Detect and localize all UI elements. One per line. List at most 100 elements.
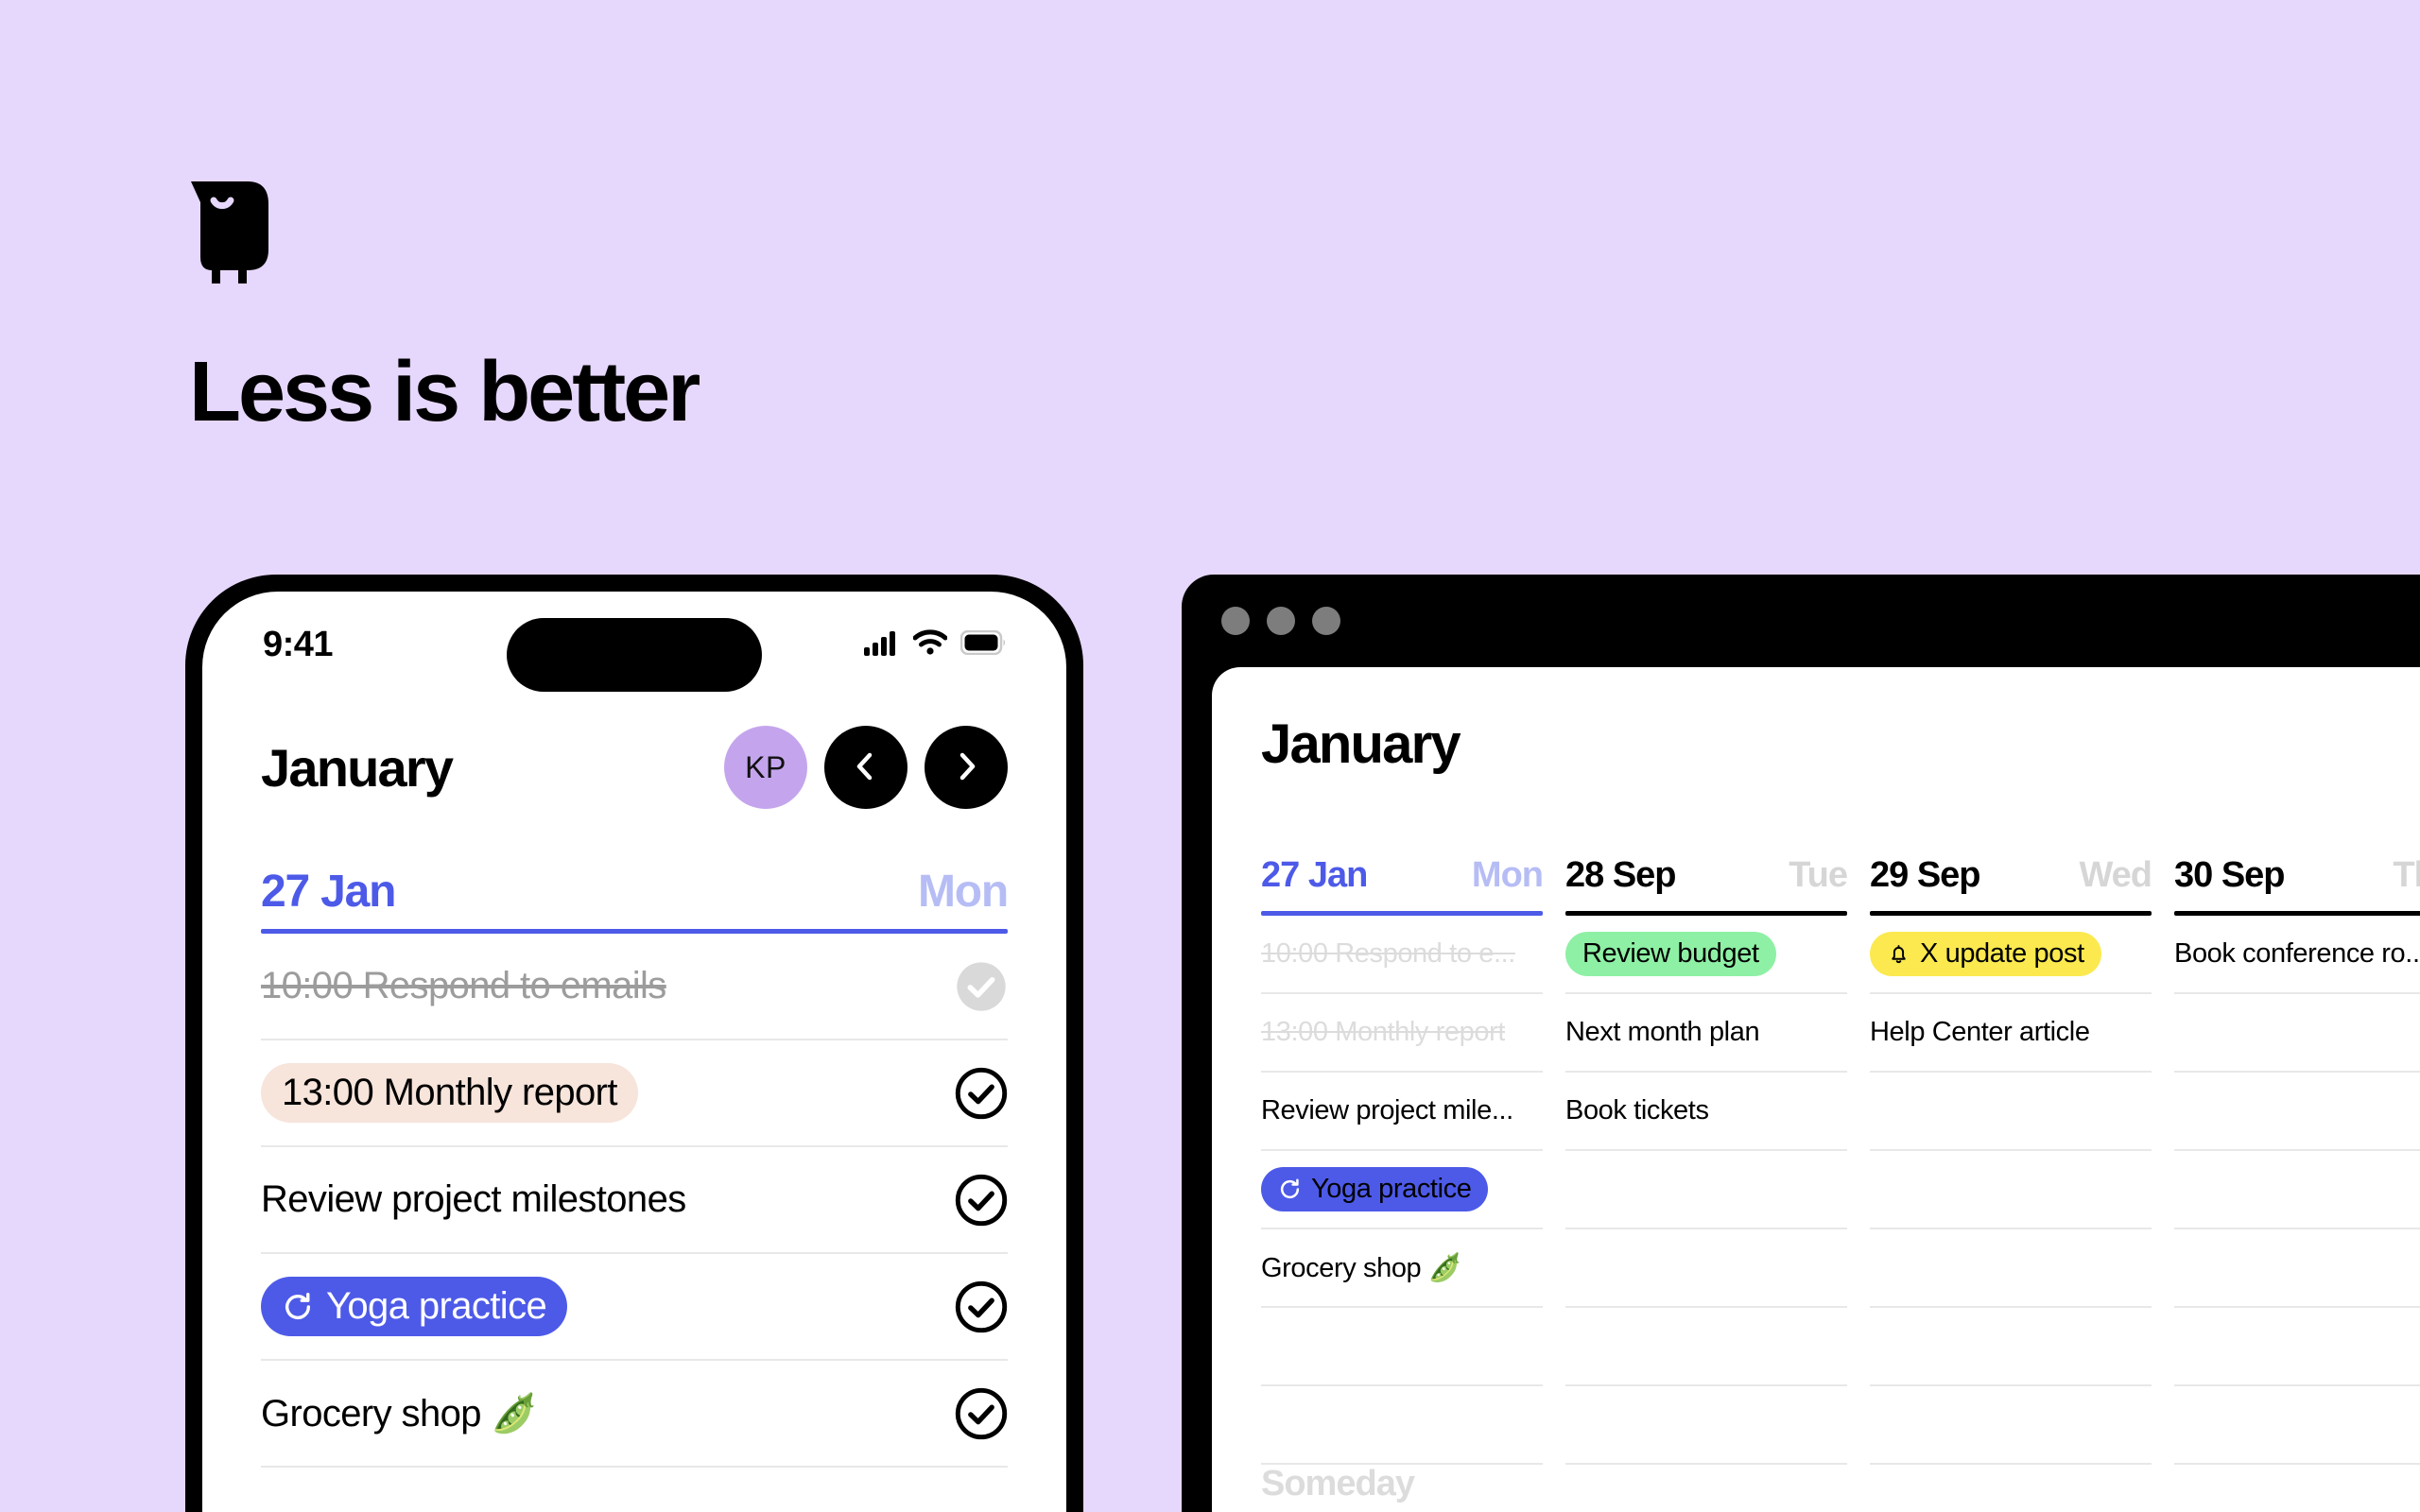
task-label: Yoga practice [1261, 1167, 1489, 1211]
phone-task-list: 10:00 Respond to emails 13:00 Monthly rep… [242, 934, 1027, 1468]
bird-logo [189, 180, 280, 302]
week-columns: 27 Jan Mon 10:00 Respond to e... 13:00 Mont… [1261, 855, 2420, 1465]
check-circle-icon[interactable] [955, 1280, 1008, 1333]
task-cell[interactable]: Yoga practice [1261, 1151, 1543, 1229]
task-cell[interactable] [1870, 1073, 2152, 1151]
phone-mockup: 9:41 January KP 27 Jan Mon 10:00 Respond… [185, 575, 1083, 1512]
task-label: Grocery shop 🫛 [261, 1393, 538, 1435]
day-weekday: Wed [2079, 855, 2152, 895]
chevron-left-icon [850, 750, 882, 785]
close-dot-icon[interactable] [1221, 607, 1250, 635]
task-cell[interactable]: 10:00 Respond to e... [1261, 916, 1543, 994]
window-titlebar [1182, 575, 2420, 667]
day-date: 29 Sep [1870, 855, 1981, 895]
task-row[interactable]: Review project milestones [261, 1147, 1008, 1254]
phone-day-header[interactable]: 27 Jan Mon [242, 824, 1027, 929]
prev-day-button[interactable] [824, 726, 908, 809]
task-row[interactable]: Yoga practice [261, 1254, 1008, 1361]
task-cell[interactable]: Review budget [1565, 916, 1847, 994]
someday-label[interactable]: Someday [1261, 1464, 1415, 1504]
day-date: 27 Jan [1261, 855, 1368, 895]
day-column: 27 Jan Mon 10:00 Respond to e... 13:00 Mont… [1261, 855, 1565, 1465]
desktop-window: January 27 Jan Mon 10:00 Respond to e... 13… [1182, 575, 2420, 1512]
task-cell[interactable]: Help Center article [1870, 994, 2152, 1073]
chevron-right-icon [950, 750, 982, 785]
task-cell[interactable] [1870, 1308, 2152, 1386]
task-label: 13:00 Monthly report [261, 1063, 638, 1123]
day-weekday: Mon [1471, 855, 1544, 895]
task-cell[interactable] [2174, 1229, 2420, 1308]
task-label: Review budget [1565, 932, 1776, 976]
bell-icon [1887, 942, 1910, 966]
task-cell[interactable] [2174, 1073, 2420, 1151]
signal-bars-icon [864, 629, 900, 661]
status-time: 9:41 [263, 624, 334, 664]
day-column-header[interactable]: 27 Jan Mon [1261, 855, 1544, 896]
phone-status-bar: 9:41 [242, 592, 1027, 697]
task-label: Yoga practice [261, 1277, 568, 1336]
avatar[interactable]: KP [724, 726, 807, 809]
phone-screen: 9:41 January KP 27 Jan Mon 10:00 Respond… [202, 592, 1066, 1512]
task-cell[interactable] [2174, 1151, 2420, 1229]
task-row[interactable]: 13:00 Monthly report [261, 1040, 1008, 1147]
task-label: Next month plan [1565, 1017, 1760, 1047]
status-indicators [864, 628, 1006, 661]
desktop-content: January 27 Jan Mon 10:00 Respond to e... 13… [1212, 667, 2420, 1512]
day-column: 29 Sep Wed X update post Help Center articl… [1870, 855, 2174, 1465]
task-cell[interactable]: Next month plan [1565, 994, 1847, 1073]
task-cell[interactable]: Book conference ro... [2174, 916, 2420, 994]
task-label: 10:00 Respond to emails [261, 965, 666, 1006]
task-cell[interactable]: Grocery shop 🫛 [1261, 1229, 1543, 1308]
zoom-dot-icon[interactable] [1312, 607, 1340, 635]
day-weekday: Mon [917, 867, 1009, 917]
task-label: 13:00 Monthly report [1261, 1017, 1505, 1047]
minimize-dot-icon[interactable] [1267, 607, 1295, 635]
day-date: 27 Jan [261, 867, 396, 917]
task-cell[interactable] [1870, 1386, 2152, 1465]
dynamic-island [507, 618, 762, 692]
page-title: Less is better [189, 345, 700, 439]
battery-icon [959, 629, 1006, 660]
phone-header: January KP [242, 697, 1027, 824]
task-cell[interactable] [1565, 1386, 1847, 1465]
month-title: January [261, 737, 454, 798]
task-cell[interactable]: X update post [1870, 916, 2152, 994]
day-weekday: Thu [2393, 855, 2420, 895]
check-circle-icon[interactable] [955, 1067, 1008, 1120]
task-cell[interactable]: Review project mile... [1261, 1073, 1543, 1151]
next-day-button[interactable] [925, 726, 1008, 809]
header-actions: KP [724, 726, 1008, 809]
task-label: Review project milestones [261, 1178, 686, 1220]
task-cell[interactable] [2174, 1386, 2420, 1465]
task-cell[interactable] [1261, 1308, 1543, 1386]
task-cell[interactable] [1261, 1386, 1543, 1465]
day-date: 30 Sep [2174, 855, 2286, 895]
task-label: X update post [1870, 932, 2101, 976]
task-row[interactable]: 10:00 Respond to emails [261, 934, 1008, 1040]
day-column: 30 Sep Thu Book conference ro... [2174, 855, 2420, 1465]
task-label: Help Center article [1870, 1017, 2090, 1047]
month-title: January [1261, 713, 1461, 775]
task-cell[interactable]: Book tickets [1565, 1073, 1847, 1151]
task-label: 10:00 Respond to e... [1261, 938, 1515, 969]
wifi-icon [912, 628, 948, 661]
task-cell[interactable] [2174, 994, 2420, 1073]
day-column-header[interactable]: 28 Sep Tue [1565, 855, 1848, 896]
day-column-header[interactable]: 30 Sep Thu [2174, 855, 2420, 896]
task-cell[interactable] [1870, 1229, 2152, 1308]
task-row[interactable]: Grocery shop 🫛 [261, 1361, 1008, 1468]
check-filled-icon[interactable] [955, 960, 1008, 1013]
day-column-header[interactable]: 29 Sep Wed [1870, 855, 2152, 896]
task-label: Book tickets [1565, 1095, 1709, 1125]
task-cell[interactable]: 13:00 Monthly report [1261, 994, 1543, 1073]
repeat-icon [1278, 1177, 1302, 1201]
task-cell[interactable] [1565, 1151, 1847, 1229]
check-circle-icon[interactable] [955, 1174, 1008, 1227]
task-cell[interactable] [1565, 1308, 1847, 1386]
check-circle-icon[interactable] [955, 1387, 1008, 1440]
day-column: 28 Sep Tue Review budget Next month plan Boo… [1565, 855, 1870, 1465]
task-cell[interactable] [1870, 1151, 2152, 1229]
task-cell[interactable] [2174, 1308, 2420, 1386]
task-cell[interactable] [1565, 1229, 1847, 1308]
repeat-icon [282, 1291, 314, 1323]
